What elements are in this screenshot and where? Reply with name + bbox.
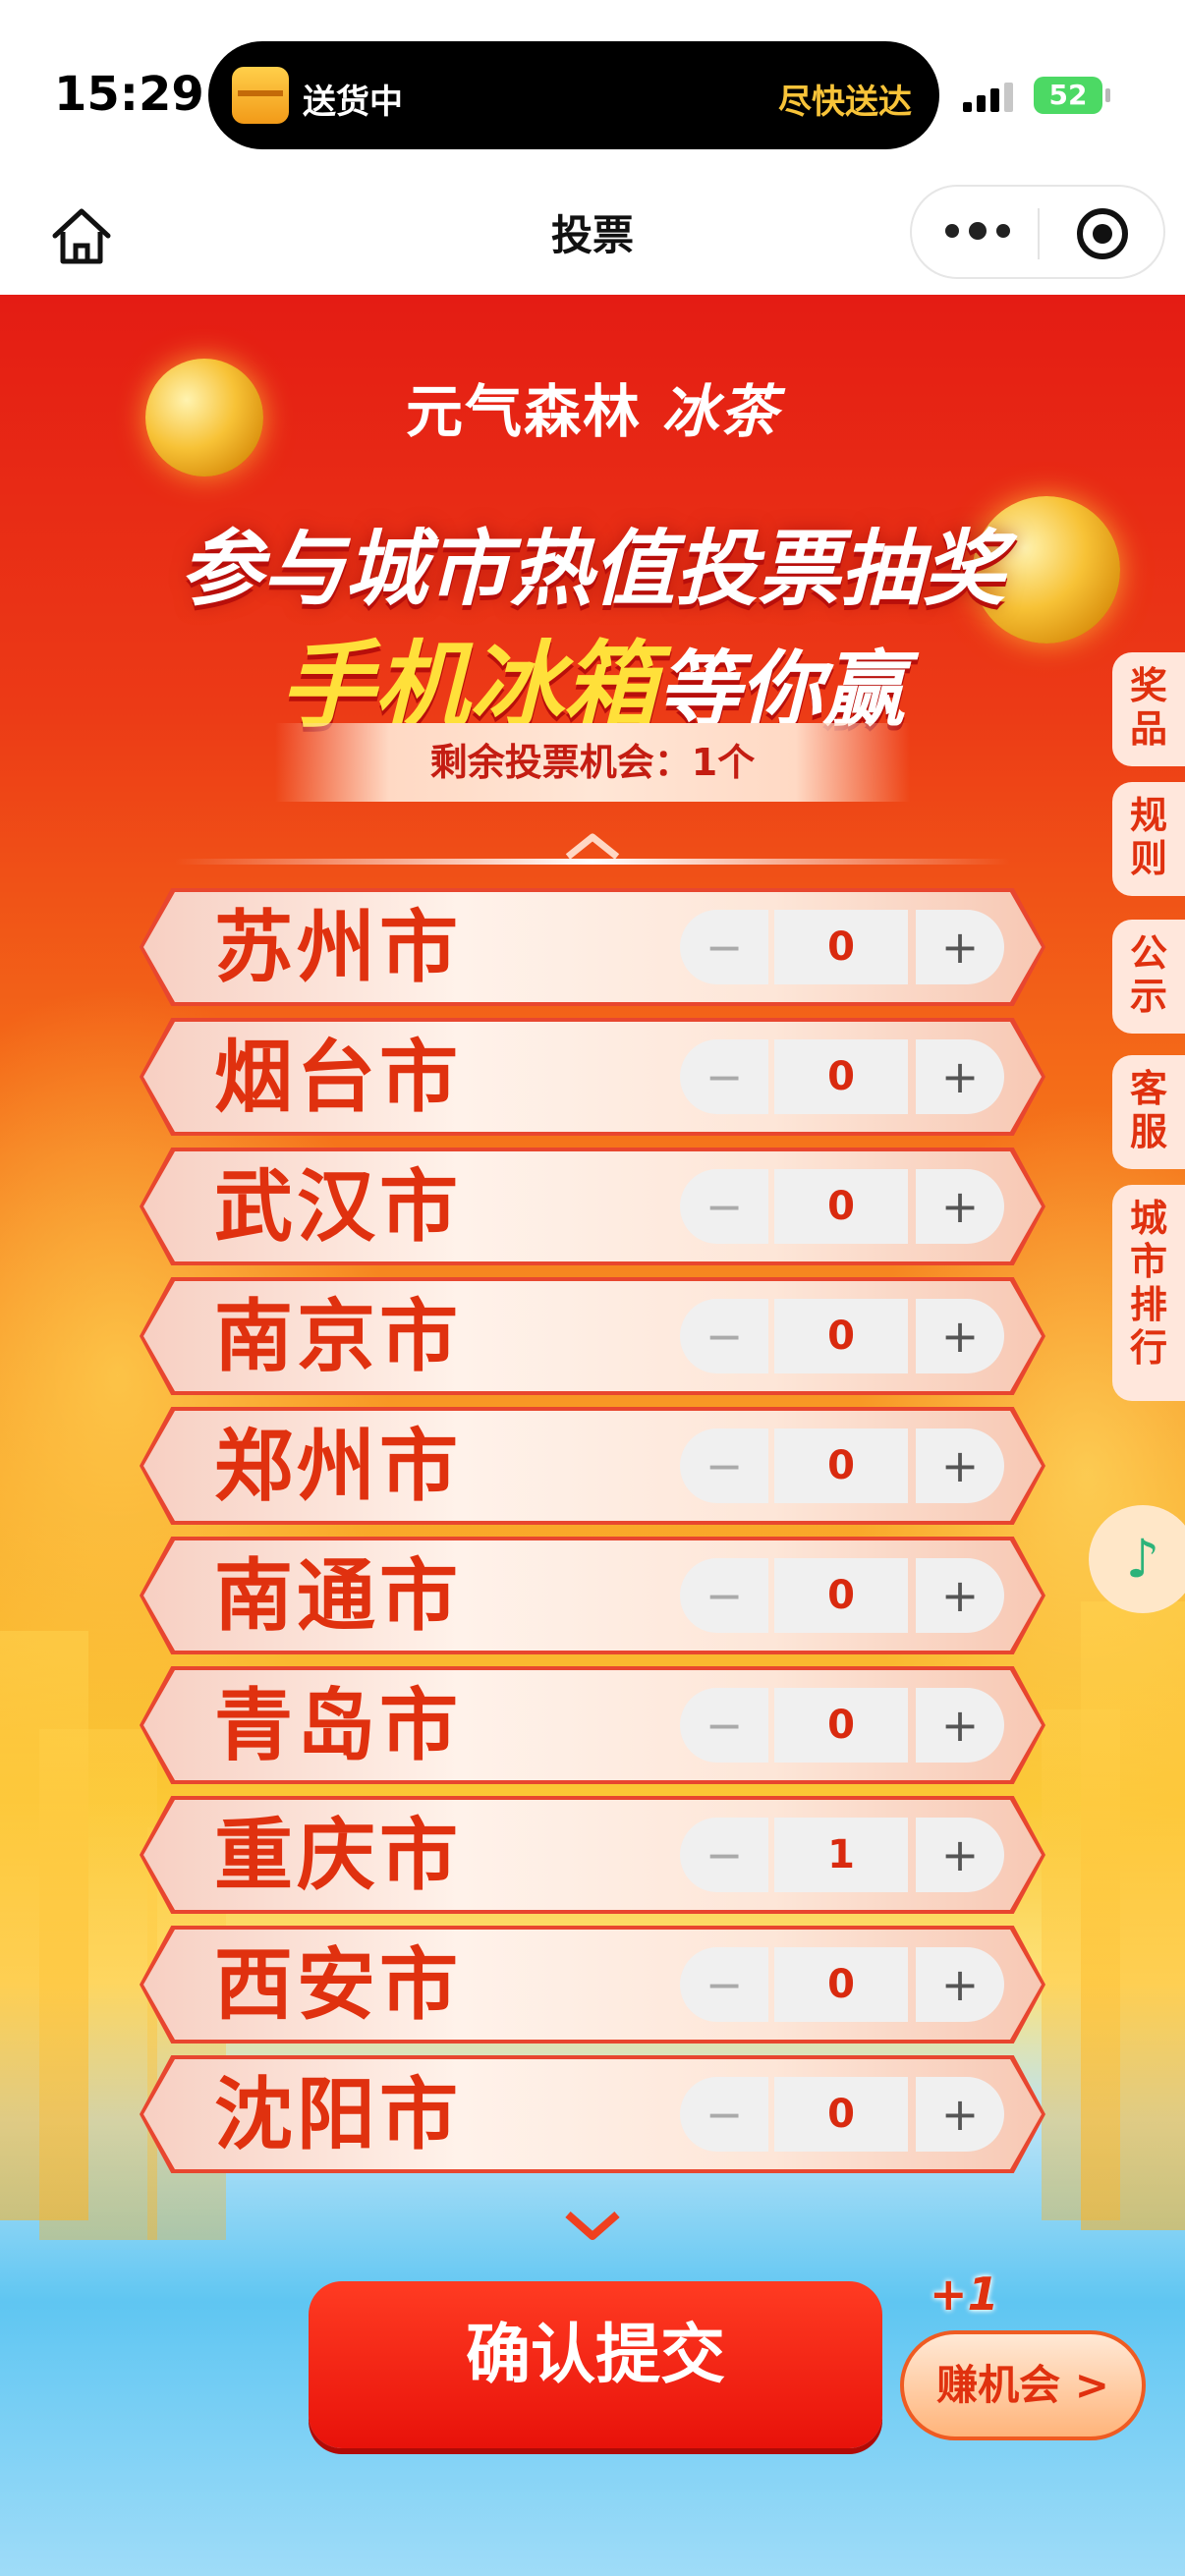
increment-button[interactable]: + <box>916 1169 1004 1244</box>
city-name: 青岛市 <box>214 1680 462 1771</box>
vote-count: 0 <box>774 1299 908 1373</box>
vote-count: 0 <box>774 1558 908 1633</box>
increment-button[interactable]: + <box>916 1947 1004 2022</box>
city-name: 烟台市 <box>214 1032 462 1123</box>
island-label: 送货中 <box>303 83 403 122</box>
vote-count: 0 <box>774 1688 908 1763</box>
delivery-box-icon <box>232 67 289 124</box>
vote-stepper: −0 + <box>680 1688 1004 1763</box>
city-row: 南京市 −0 + <box>140 1277 1045 1395</box>
city-name: 重庆市 <box>214 1810 462 1901</box>
city-name: 武汉市 <box>214 1161 462 1253</box>
increment-button[interactable]: + <box>916 1428 1004 1503</box>
city-name: 南京市 <box>214 1291 462 1382</box>
decrement-button[interactable]: − <box>680 1169 768 1244</box>
city-name: 郑州市 <box>214 1421 462 1512</box>
decrement-button[interactable]: − <box>680 2077 768 2152</box>
city-name: 西安市 <box>214 1939 462 2031</box>
decrement-button[interactable]: − <box>680 1299 768 1373</box>
side-tab-service[interactable]: 客服 <box>1112 1055 1185 1169</box>
more-icon[interactable] <box>945 222 1014 244</box>
island-status: 尽快送达 <box>778 83 912 122</box>
vote-count: 0 <box>774 1169 908 1244</box>
submit-button[interactable]: 确认提交 <box>309 2281 882 2448</box>
scroll-down-arrow-icon[interactable] <box>560 2207 625 2242</box>
city-row: 青岛市 −0 + <box>140 1666 1045 1784</box>
vote-stepper: −0 + <box>680 1558 1004 1633</box>
vote-count: 0 <box>774 1428 908 1503</box>
list-divider <box>175 859 1010 865</box>
status-time: 15:29 <box>54 67 204 122</box>
vote-count: 0 <box>774 910 908 984</box>
increment-button[interactable]: + <box>916 2077 1004 2152</box>
city-row: 重庆市 −1 + <box>140 1796 1045 1914</box>
increment-button[interactable]: + <box>916 1039 1004 1114</box>
city-row: 南通市 −0 + <box>140 1537 1045 1654</box>
decrement-button[interactable]: − <box>680 1688 768 1763</box>
vote-stepper: −0 + <box>680 1039 1004 1114</box>
brand-logo: 元气森林 冰茶 <box>0 365 1185 448</box>
increment-button[interactable]: + <box>916 910 1004 984</box>
side-tab-announcement[interactable]: 公示 <box>1112 920 1185 1034</box>
increment-button[interactable]: + <box>916 1688 1004 1763</box>
side-tab-city-ranking[interactable]: 城市排行 <box>1112 1185 1185 1401</box>
vote-count: 1 <box>774 1818 908 1892</box>
battery-icon: 52 <box>1034 77 1110 114</box>
miniprogram-capsule <box>910 185 1165 279</box>
earn-badge: +1 <box>930 2268 999 2321</box>
city-name: 南通市 <box>214 1550 462 1642</box>
city-name: 沈阳市 <box>214 2069 462 2160</box>
city-row: 苏州市 −0 + <box>140 888 1045 1006</box>
vote-stepper: −1 + <box>680 1818 1004 1892</box>
city-row: 武汉市 −0 + <box>140 1148 1045 1265</box>
scroll-up-arrow-icon[interactable] <box>560 831 625 861</box>
dynamic-island[interactable]: 送货中 尽快送达 <box>208 41 939 149</box>
city-row: 烟台市 −0 + <box>140 1018 1045 1136</box>
cellular-signal-icon <box>963 83 1022 112</box>
vote-count: 0 <box>774 2077 908 2152</box>
city-row: 西安市 −0 + <box>140 1926 1045 2044</box>
status-bar: 15:29 送货中 尽快送达 52 <box>0 0 1185 177</box>
city-row: 沈阳市 −0 + <box>140 2055 1045 2173</box>
vote-page: 元气森林 冰茶 参与城市热值投票抽奖 手机冰箱等你赢 剩余投票机会：1个 苏州市 −… <box>0 295 1185 2576</box>
vote-stepper: −0 + <box>680 910 1004 984</box>
building-decoration <box>1042 1709 1120 2220</box>
vote-count: 0 <box>774 1039 908 1114</box>
earn-chance-button[interactable]: 赚机会 > <box>900 2330 1146 2440</box>
vote-count: 0 <box>774 1947 908 2022</box>
close-miniprogram-icon[interactable] <box>1077 208 1128 259</box>
decrement-button[interactable]: − <box>680 1818 768 1892</box>
decrement-button[interactable]: − <box>680 910 768 984</box>
brand-name: 元气森林 <box>405 378 642 445</box>
vote-stepper: −0 + <box>680 2077 1004 2152</box>
vote-stepper: −0 + <box>680 1169 1004 1244</box>
product-name: 冰茶 <box>661 378 780 445</box>
side-tab-prizes[interactable]: 奖品 <box>1112 652 1185 766</box>
increment-button[interactable]: + <box>916 1299 1004 1373</box>
vote-stepper: −0 + <box>680 1947 1004 2022</box>
nav-bar: 投票 <box>0 177 1185 295</box>
increment-button[interactable]: + <box>916 1558 1004 1633</box>
side-tab-rules[interactable]: 规则 <box>1112 782 1185 896</box>
vote-stepper: −0 + <box>680 1299 1004 1373</box>
decrement-button[interactable]: − <box>680 1428 768 1503</box>
decrement-button[interactable]: − <box>680 1558 768 1633</box>
remaining-votes: 剩余投票机会：1个 <box>275 723 910 802</box>
decrement-button[interactable]: − <box>680 1947 768 2022</box>
decrement-button[interactable]: − <box>680 1039 768 1114</box>
vote-stepper: −0 + <box>680 1428 1004 1503</box>
capsule-divider <box>1038 208 1040 259</box>
city-name: 苏州市 <box>214 902 462 993</box>
increment-button[interactable]: + <box>916 1818 1004 1892</box>
city-row: 郑州市 −0 + <box>140 1407 1045 1525</box>
headline-line1: 参与城市热值投票抽奖 <box>179 521 1005 617</box>
